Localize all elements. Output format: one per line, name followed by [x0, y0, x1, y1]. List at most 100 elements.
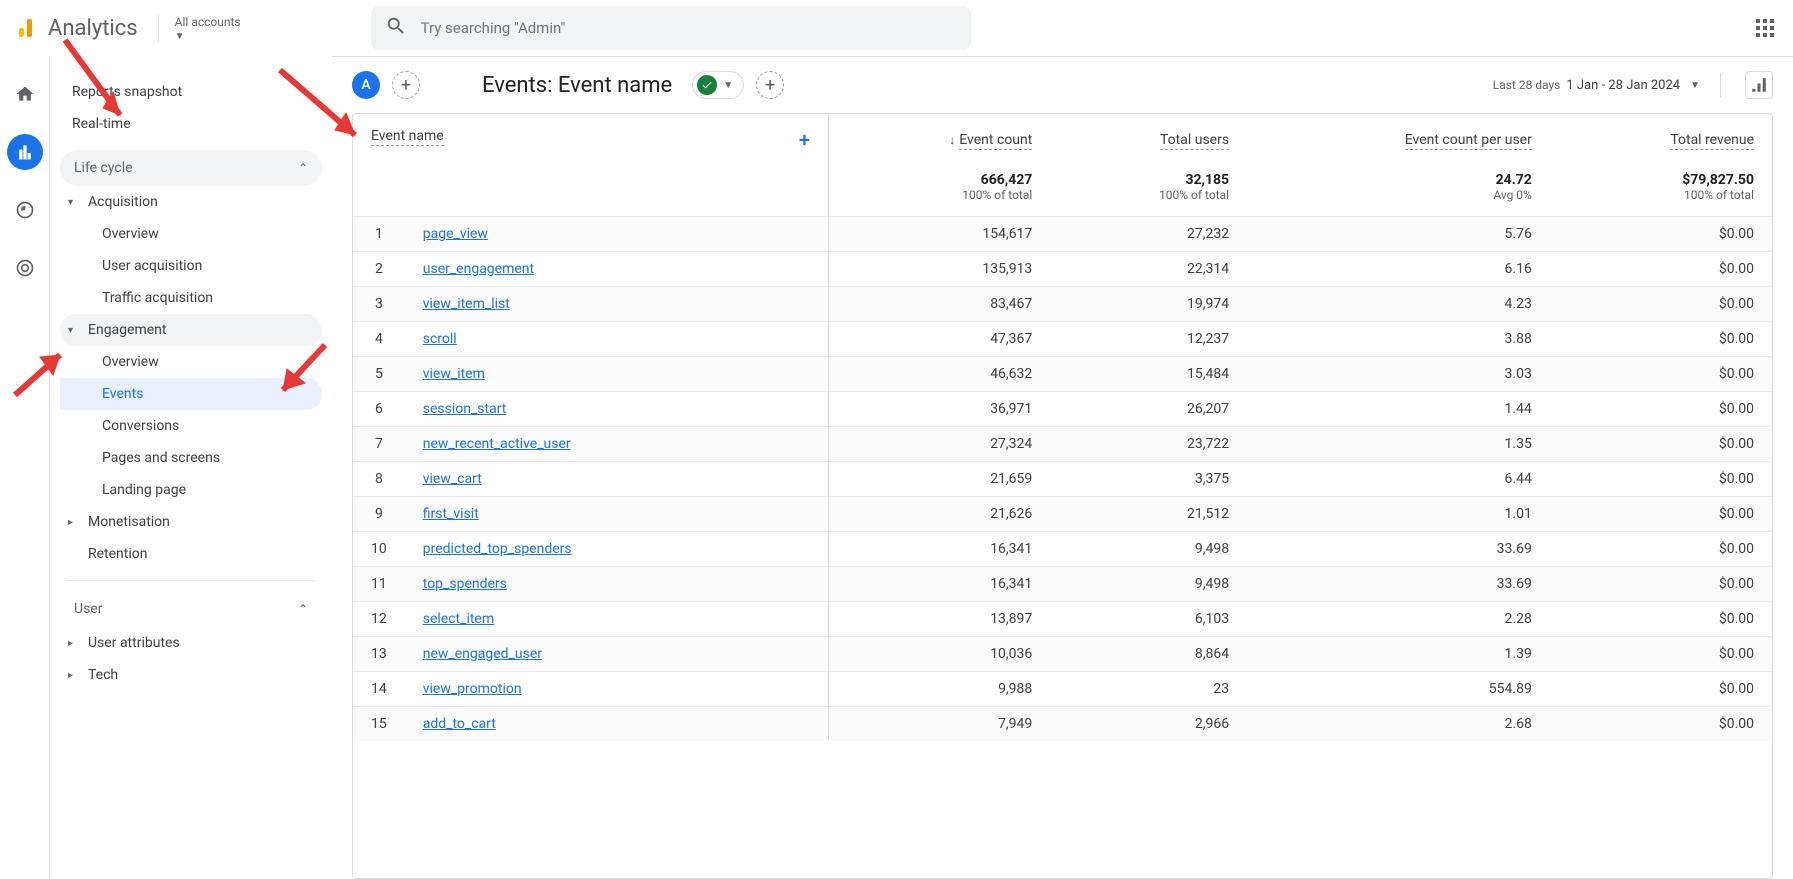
col-event-name[interactable]: Event name +	[353, 114, 828, 166]
row-revenue: $0.00	[1550, 567, 1772, 602]
filter-chip-status[interactable]: ▼	[692, 71, 744, 99]
event-link[interactable]: new_engaged_user	[423, 646, 542, 662]
row-users: 3,375	[1050, 462, 1247, 497]
table-row: 2user_engagement135,91322,3146.16$0.00	[353, 252, 1772, 287]
col-revenue[interactable]: Total revenue	[1550, 114, 1772, 166]
date-range-picker[interactable]: Last 28 days 1 Jan - 28 Jan 2024 ▼	[1493, 78, 1700, 93]
sidebar-tech-label: Tech	[88, 667, 118, 683]
sidebar-retention[interactable]: Retention	[60, 538, 322, 570]
app-header: Analytics All accounts ▼	[0, 0, 1793, 56]
row-index: 9	[353, 497, 405, 532]
sidebar-monetisation-label: Monetisation	[88, 514, 170, 530]
caret-right-icon: ▸	[68, 670, 78, 681]
insights-button[interactable]	[1745, 71, 1773, 99]
row-count: 10,036	[828, 637, 1050, 672]
check-icon	[697, 75, 717, 95]
date-range: 1 Jan - 28 Jan 2024	[1566, 78, 1680, 93]
event-link[interactable]: add_to_cart	[423, 716, 496, 732]
event-link[interactable]: view_item	[423, 366, 485, 382]
add-filter-button[interactable]: +	[756, 71, 784, 99]
col-total-users[interactable]: Total users	[1050, 114, 1247, 166]
row-index: 13	[353, 637, 405, 672]
apps-icon[interactable]	[1753, 16, 1777, 40]
row-event-name: top_spenders	[405, 567, 829, 602]
sidebar-eng-overview[interactable]: Overview	[60, 346, 322, 378]
event-link[interactable]: select_item	[423, 611, 494, 627]
row-index: 2	[353, 252, 405, 287]
product-name: Analytics	[48, 16, 138, 41]
sidebar-acq-traffic[interactable]: Traffic acquisition	[60, 282, 322, 314]
add-segment-button[interactable]: +	[392, 71, 420, 99]
table-row: 6session_start36,97126,2071.44$0.00	[353, 392, 1772, 427]
row-users: 23,722	[1050, 427, 1247, 462]
row-per-user: 1.01	[1247, 497, 1550, 532]
row-count: 47,367	[828, 322, 1050, 357]
event-link[interactable]: new_recent_active_user	[423, 436, 571, 452]
sidebar-eng-pages[interactable]: Pages and screens	[60, 442, 322, 474]
row-index: 7	[353, 427, 405, 462]
row-event-name: scroll	[405, 322, 829, 357]
search-bar[interactable]	[371, 6, 971, 50]
row-index: 3	[353, 287, 405, 322]
row-per-user: 3.88	[1247, 322, 1550, 357]
table-row: 4scroll47,36712,2373.88$0.00	[353, 322, 1772, 357]
sidebar-engagement-label: Engagement	[88, 322, 166, 338]
row-revenue: $0.00	[1550, 707, 1772, 742]
row-per-user: 1.39	[1247, 637, 1550, 672]
row-per-user: 2.68	[1247, 707, 1550, 742]
row-index: 15	[353, 707, 405, 742]
row-revenue: $0.00	[1550, 392, 1772, 427]
row-event-name: view_item	[405, 357, 829, 392]
sidebar-acq-user[interactable]: User acquisition	[60, 250, 322, 282]
rail-home[interactable]	[7, 76, 43, 112]
row-per-user: 5.76	[1247, 217, 1550, 252]
rail-advertising[interactable]	[7, 250, 43, 286]
rail-reports[interactable]	[7, 134, 43, 170]
account-switcher[interactable]: All accounts ▼	[158, 15, 241, 42]
sidebar-eng-landing[interactable]: Landing page	[60, 474, 322, 506]
row-count: 154,617	[828, 217, 1050, 252]
event-link[interactable]: page_view	[423, 226, 488, 242]
event-link[interactable]: session_start	[423, 401, 507, 417]
rail-explore[interactable]	[7, 192, 43, 228]
sidebar-reports-snapshot[interactable]: Reports snapshot	[60, 76, 322, 108]
add-dimension-button[interactable]: +	[799, 128, 810, 152]
sidebar-monetisation[interactable]: ▸ Monetisation	[60, 506, 322, 538]
row-per-user: 33.69	[1247, 567, 1550, 602]
row-revenue: $0.00	[1550, 532, 1772, 567]
sidebar-acq-overview[interactable]: Overview	[60, 218, 322, 250]
row-event-name: add_to_cart	[405, 707, 829, 742]
table-row: 1page_view154,61727,2325.76$0.00	[353, 217, 1772, 252]
row-revenue: $0.00	[1550, 637, 1772, 672]
row-users: 21,512	[1050, 497, 1247, 532]
sidebar-user-head[interactable]: User ⌃	[60, 591, 322, 627]
sidebar-eng-events[interactable]: Events	[60, 378, 322, 410]
segment-badge-a[interactable]: A	[352, 71, 380, 99]
sidebar-user-attributes[interactable]: ▸ User attributes	[60, 627, 322, 659]
event-link[interactable]: top_spenders	[423, 576, 507, 592]
event-link[interactable]: first_visit	[423, 506, 479, 522]
event-link[interactable]: view_cart	[423, 471, 482, 487]
sidebar-tech[interactable]: ▸ Tech	[60, 659, 322, 691]
accounts-label: All accounts	[175, 15, 241, 29]
col-per-user[interactable]: Event count per user	[1247, 114, 1550, 166]
sidebar-lifecycle-head[interactable]: Life cycle ⌃	[60, 150, 322, 186]
sidebar-eng-conversions[interactable]: Conversions	[60, 410, 322, 442]
event-link[interactable]: view_promotion	[423, 681, 522, 697]
total-users: 32,185	[1068, 172, 1229, 188]
event-link[interactable]: user_engagement	[423, 261, 534, 277]
events-table: Event name + ↓Event count Total users Ev…	[353, 114, 1772, 741]
event-link[interactable]: scroll	[423, 331, 457, 347]
row-event-name: view_cart	[405, 462, 829, 497]
sidebar-engagement[interactable]: ▾ Engagement	[60, 314, 322, 346]
row-users: 6,103	[1050, 602, 1247, 637]
search-input[interactable]	[421, 19, 957, 37]
event-link[interactable]: view_item_list	[423, 296, 510, 312]
row-count: 16,341	[828, 532, 1050, 567]
sidebar-acquisition[interactable]: ▾ Acquisition	[60, 186, 322, 218]
col-event-count[interactable]: ↓Event count	[828, 114, 1050, 166]
row-index: 12	[353, 602, 405, 637]
table-row: 14view_promotion9,98823554.89$0.00	[353, 672, 1772, 707]
sidebar-realtime[interactable]: Real-time	[60, 108, 322, 140]
event-link[interactable]: predicted_top_spenders	[423, 541, 572, 557]
